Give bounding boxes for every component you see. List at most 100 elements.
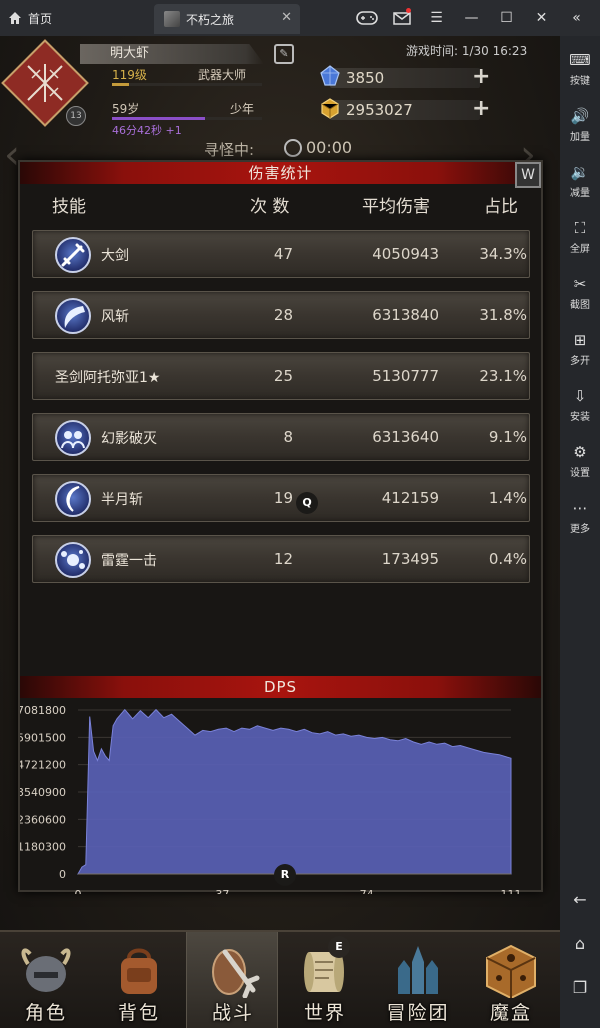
sidebar-button-7[interactable]: ⚙ 设置 — [560, 442, 600, 479]
skill-row: 雷霆一击 12 173495 0.4% — [32, 535, 530, 583]
y-tick-label: 7081800 — [20, 704, 66, 717]
nav-tab-backpack[interactable]: 背包 — [93, 932, 185, 1028]
y-tick-label: 2360600 — [20, 813, 66, 826]
damage-stats-title: 伤害统计 — [20, 162, 541, 184]
close-panel-button[interactable]: W — [515, 162, 541, 188]
notification-dot — [406, 8, 411, 13]
bottom-navigation: 角色 背包 战斗 世界 冒险团 魔盒 — [0, 930, 560, 1028]
sidebar-button-8[interactable]: ⋯ 更多 — [560, 498, 600, 535]
fullscreen-icon: ⛶ — [574, 219, 586, 237]
skill-avg-damage: 6313840 — [372, 306, 439, 324]
home-tab[interactable]: 首页 — [8, 6, 52, 30]
sidebar-label: 设置 — [570, 468, 590, 479]
gem-resource: 3850 + — [318, 64, 496, 90]
close-window-icon[interactable]: ✕ — [524, 6, 559, 30]
skill-avg-damage: 173495 — [381, 550, 439, 568]
add-gold-button[interactable]: + — [472, 98, 490, 120]
nav-tab-role[interactable]: 角色 — [0, 932, 92, 1028]
nav-tab-battle[interactable]: 战斗 — [186, 932, 278, 1028]
nav-tab-magic-box[interactable]: 魔盒 — [465, 932, 557, 1028]
skill-count: 12 — [273, 550, 293, 568]
multi-instance-icon: ⊞ — [573, 331, 587, 349]
nav-tab-world[interactable]: 世界 — [279, 932, 371, 1028]
skill-row: 风斩 28 6313840 31.8% — [32, 291, 530, 339]
maximize-icon[interactable]: ☐ — [489, 6, 524, 30]
back-icon[interactable]: ← — [560, 890, 600, 909]
header-percent: 占比 — [484, 197, 518, 217]
x-tick-label: 37 — [215, 888, 229, 894]
game-screen: ‹ › 13 明大虾 ✎ 119级 武器大师 59岁 少年 46分42秒 +1 … — [0, 36, 560, 1028]
skill-avg-damage: 412159 — [381, 489, 439, 507]
close-tab-icon[interactable]: ✕ — [281, 10, 292, 25]
skill-percent: 9.1% — [488, 428, 527, 446]
sidebar-label: 截图 — [570, 300, 590, 311]
crossed-swords-icon — [27, 64, 63, 102]
sidebar-label: 加量 — [570, 132, 590, 143]
adventure-team-icon — [398, 946, 438, 994]
exp-bar-fill — [112, 83, 129, 86]
hunt-time: 00:00 — [306, 138, 353, 157]
battle-icon — [212, 949, 260, 998]
mail-icon[interactable] — [384, 6, 419, 30]
dps-area-series — [77, 708, 512, 875]
x-tick-label: 0 — [75, 888, 82, 894]
skill-avg-damage: 5130777 — [372, 367, 439, 385]
sidebar-button-3[interactable]: ⛶ 全屏 — [560, 218, 600, 255]
header-count: 次 数 — [250, 197, 290, 217]
skill-name: 雷霆一击 — [101, 553, 157, 569]
emulator-top-bar: 首页 不朽之旅 ✕ ☰ — ☐ ✕ « — [0, 0, 600, 36]
skill-row: 圣剑阿托弥亚1★ 25 5130777 23.1% — [32, 352, 530, 400]
magic-box-icon — [486, 944, 536, 998]
sidebar-label: 按键 — [570, 76, 590, 87]
skill-name: 幻影破灭 — [101, 431, 157, 447]
clock-icon — [284, 139, 302, 157]
nav-label: 世界 — [303, 1002, 346, 1024]
emulator-sidebar: ⌨ 按键 🔊 加量 🔉 减量 ⛶ 全屏 ✂ 截图 ⊞ 多开 ⇩ 安装 ⚙ 设置 ⋯ 更多 ← ⌂ ❐ — [560, 36, 600, 1028]
life-bar-fill — [112, 117, 205, 120]
gamepad-icon[interactable] — [349, 6, 384, 30]
header-avg-damage: 平均伤害 — [362, 197, 430, 217]
minimize-icon[interactable]: — — [454, 6, 489, 30]
sword-skill-icon — [55, 237, 91, 273]
nav-tab-adventure-team[interactable]: 冒险团 — [372, 932, 464, 1028]
player-age: 59岁 — [112, 102, 140, 116]
sidebar-button-1[interactable]: 🔊 加量 — [560, 106, 600, 143]
skill-name: 大剑 — [101, 248, 129, 264]
window-controls: ☰ — ☐ ✕ « — [349, 6, 594, 30]
android-home-icon[interactable]: ⌂ — [560, 934, 600, 953]
r-key-marker[interactable]: R — [274, 864, 296, 886]
e-key-marker[interactable]: E — [328, 936, 350, 958]
sidebar-button-5[interactable]: ⊞ 多开 — [560, 330, 600, 367]
y-tick-label: 5901500 — [20, 731, 66, 744]
edit-icon[interactable]: ✎ — [274, 44, 294, 64]
sidebar-button-2[interactable]: 🔉 减量 — [560, 162, 600, 199]
sidebar-button-0[interactable]: ⌨ 按键 — [560, 50, 600, 87]
volume-down-icon: 🔉 — [570, 163, 590, 181]
gold-resource: 2953027 + — [318, 96, 496, 122]
skill-row: 幻影破灭 8 6313640 9.1% — [32, 413, 530, 461]
home-icon — [9, 12, 21, 24]
sidebar-button-4[interactable]: ✂ 截图 — [560, 274, 600, 311]
gold-count: 2953027 — [330, 100, 480, 120]
menu-icon[interactable]: ☰ — [419, 6, 454, 30]
player-level: 119级 — [112, 68, 147, 82]
half-moon-slash-icon — [55, 481, 91, 517]
recent-apps-icon[interactable]: ❐ — [560, 978, 600, 997]
x-tick-label: 111 — [501, 888, 522, 894]
skill-name: 圣剑阿托弥亚1★ — [55, 370, 161, 386]
skill-percent: 0.4% — [488, 550, 527, 568]
nav-label: 魔盒 — [489, 1002, 532, 1024]
skill-percent: 34.3% — [479, 245, 527, 263]
x-tick-label: 74 — [360, 888, 374, 894]
game-tab[interactable]: 不朽之旅 ✕ — [154, 4, 300, 34]
add-gems-button[interactable]: + — [472, 66, 490, 88]
skill-percent: 31.8% — [479, 306, 527, 324]
collapse-sidebar-icon[interactable]: « — [559, 6, 594, 30]
skill-count: 8 — [283, 428, 293, 446]
sidebar-button-6[interactable]: ⇩ 安装 — [560, 386, 600, 423]
q-key-marker[interactable]: Q — [296, 492, 318, 514]
gem-count: 3850 — [330, 68, 480, 88]
skill-row: 大剑 47 4050943 34.3% — [32, 230, 530, 278]
settings-gear-icon: ⚙ — [573, 443, 587, 461]
sidebar-label: 全屏 — [570, 244, 590, 255]
